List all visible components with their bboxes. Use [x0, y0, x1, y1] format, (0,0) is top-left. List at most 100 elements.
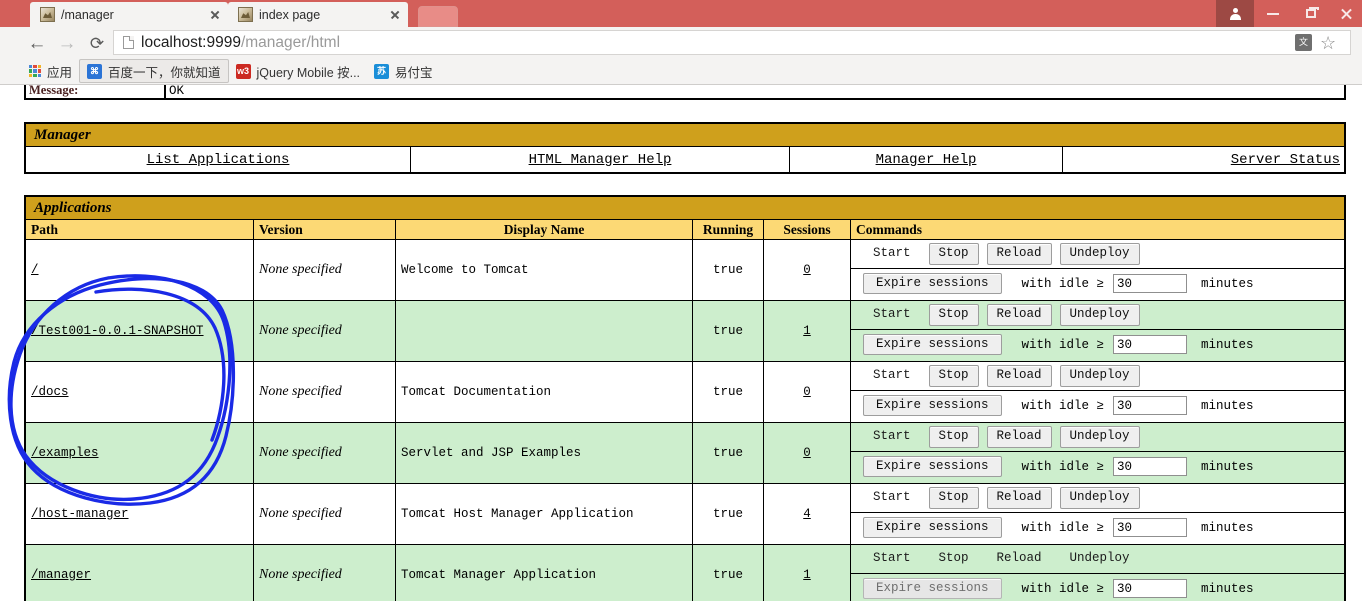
start-button: Start	[873, 429, 911, 444]
idle-minutes-input[interactable]	[1113, 396, 1188, 415]
expire-sessions-button[interactable]: Expire sessions	[863, 394, 1002, 417]
idle-minutes-input[interactable]	[1113, 457, 1188, 476]
applications-title-row: Applications	[24, 195, 1346, 220]
cell-version: None specified	[253, 544, 396, 601]
command-row-expire: Expire sessions with idle ≥ minutes	[851, 574, 1344, 601]
browser-toolbar: ← → ⟳ localhost:9999/manager/html ☆	[0, 27, 1362, 59]
translate-icon[interactable]	[1295, 34, 1312, 51]
close-icon[interactable]	[208, 8, 222, 22]
link-app-path[interactable]: /Test001-0.0.1-SNAPSHOT	[31, 324, 204, 338]
table-row: / None specified Welcome to Tomcat true 0 Sta…	[24, 239, 1346, 301]
command-row-expire: Expire sessions with idle ≥ minutes	[851, 269, 1344, 298]
cell-display-name: Welcome to Tomcat	[395, 239, 693, 301]
table-row: /host-manager None specified Tomcat Host M…	[24, 483, 1346, 545]
command-row-expire: Expire sessions with idle ≥ minutes	[851, 330, 1344, 359]
idle-minutes-input[interactable]	[1113, 335, 1188, 354]
new-tab-button[interactable]	[418, 6, 458, 27]
command-row-lifecycle: Start Stop Reload Undeploy	[851, 545, 1344, 574]
reload-button[interactable]: Reload	[986, 487, 1052, 509]
link-html-manager-help[interactable]: HTML Manager Help	[529, 152, 672, 168]
close-icon[interactable]	[388, 8, 402, 22]
minutes-label: minutes	[1201, 581, 1254, 596]
cell-version: None specified	[253, 422, 396, 484]
reload-button[interactable]: Reload	[986, 426, 1052, 448]
expire-sessions-button[interactable]: Expire sessions	[863, 333, 1002, 356]
expire-sessions-button[interactable]: Expire sessions	[863, 272, 1002, 295]
link-sessions-count[interactable]: 0	[803, 385, 811, 399]
browser-tab-index-page[interactable]: index page	[228, 2, 408, 27]
browser-tab-manager[interactable]: /manager	[30, 2, 228, 27]
link-app-path[interactable]: /manager	[31, 568, 91, 582]
link-sessions-count[interactable]: 4	[803, 507, 811, 521]
address-bar[interactable]: localhost:9999/manager/html ☆	[113, 30, 1351, 55]
cell-commands: Start Stop Reload Undeploy Expire sessions wi…	[850, 544, 1346, 601]
link-app-path[interactable]: /examples	[31, 446, 99, 460]
link-list-applications[interactable]: List Applications	[147, 152, 290, 168]
expire-sessions-button[interactable]: Expire sessions	[863, 577, 1002, 600]
bookmark-yifubao[interactable]: 苏 易付宝	[367, 60, 440, 82]
command-row-expire: Expire sessions with idle ≥ minutes	[851, 513, 1344, 542]
reload-button[interactable]: Reload	[986, 304, 1052, 326]
reload-button[interactable]: Reload	[986, 243, 1052, 265]
nav-cell-manager-help[interactable]: Manager Help	[789, 146, 1063, 174]
stop-button: Stop	[938, 551, 969, 566]
link-manager-help[interactable]: Manager Help	[876, 152, 977, 168]
command-row-expire: Expire sessions with idle ≥ minutes	[851, 391, 1344, 420]
back-arrow-icon[interactable]: ←	[26, 32, 48, 54]
link-server-status[interactable]: Server Status	[1231, 152, 1340, 168]
cell-display-name: Servlet and JSP Examples	[395, 422, 693, 484]
url-path: /manager/html	[240, 33, 341, 51]
idle-minutes-input[interactable]	[1113, 518, 1188, 537]
idle-minutes-input[interactable]	[1113, 274, 1188, 293]
cell-commands: Start Stop Reload Undeploy Expire sessions wi…	[850, 300, 1346, 362]
stop-button[interactable]: Stop	[928, 487, 979, 509]
bookmark-jquery-mobile[interactable]: w3 jQuery Mobile 按...	[229, 60, 368, 82]
undeploy-button[interactable]: Undeploy	[1059, 487, 1140, 509]
undeploy-button[interactable]: Undeploy	[1059, 243, 1140, 265]
undeploy-button[interactable]: Undeploy	[1059, 365, 1140, 387]
bookmark-star-icon[interactable]: ☆	[1320, 34, 1340, 52]
link-sessions-count[interactable]: 1	[803, 324, 811, 338]
forward-arrow-icon[interactable]: →	[56, 32, 78, 54]
cell-version: None specified	[253, 361, 396, 423]
column-header-path: Path	[24, 219, 254, 240]
minimize-icon[interactable]	[1254, 0, 1292, 27]
link-app-path[interactable]: /	[31, 263, 39, 277]
url-host: localhost:9999	[141, 33, 241, 51]
reload-button[interactable]: Reload	[986, 365, 1052, 387]
link-app-path[interactable]: /host-manager	[31, 507, 129, 521]
bookmark-baidu[interactable]: ⌘ 百度一下，你就知道	[79, 59, 229, 83]
expire-sessions-button[interactable]: Expire sessions	[863, 516, 1002, 539]
nav-cell-html-manager-help[interactable]: HTML Manager Help	[410, 146, 790, 174]
maximize-icon[interactable]	[1292, 0, 1330, 27]
start-button: Start	[873, 246, 911, 261]
nav-cell-list-applications[interactable]: List Applications	[24, 146, 411, 174]
link-app-path[interactable]: /docs	[31, 385, 69, 399]
user-avatar-icon[interactable]	[1216, 0, 1254, 27]
nav-cell-server-status[interactable]: Server Status	[1062, 146, 1346, 174]
bookmark-apps[interactable]: 应用	[22, 60, 79, 82]
idle-minutes-input[interactable]	[1113, 579, 1188, 598]
link-sessions-count[interactable]: 0	[803, 446, 811, 460]
expire-sessions-button[interactable]: Expire sessions	[863, 455, 1002, 478]
link-sessions-count[interactable]: 1	[803, 568, 811, 582]
undeploy-button[interactable]: Undeploy	[1059, 426, 1140, 448]
message-value: OK	[164, 85, 1346, 100]
bookmark-label: jQuery Mobile 按...	[256, 65, 361, 80]
link-sessions-count[interactable]: 0	[803, 263, 811, 277]
reload-icon[interactable]: ⟳	[86, 32, 108, 54]
tab-strip: /manager index page	[0, 0, 1240, 27]
manager-title-row: Manager	[24, 122, 1346, 147]
column-header-display-name: Display Name	[395, 219, 693, 240]
stop-button[interactable]: Stop	[928, 365, 979, 387]
stop-button[interactable]: Stop	[928, 243, 979, 265]
table-row: /Test001-0.0.1-SNAPSHOT None specified tru…	[24, 300, 1346, 362]
undeploy-button[interactable]: Undeploy	[1059, 304, 1140, 326]
stop-button[interactable]: Stop	[928, 304, 979, 326]
stop-button[interactable]: Stop	[928, 426, 979, 448]
cell-sessions: 4	[763, 483, 851, 545]
browser-window: /manager index page ← → ⟳ localhost:9999…	[0, 0, 1362, 601]
undeploy-button: Undeploy	[1069, 551, 1130, 566]
close-icon[interactable]	[1330, 0, 1362, 27]
manager-section-title: Manager	[24, 122, 1346, 147]
